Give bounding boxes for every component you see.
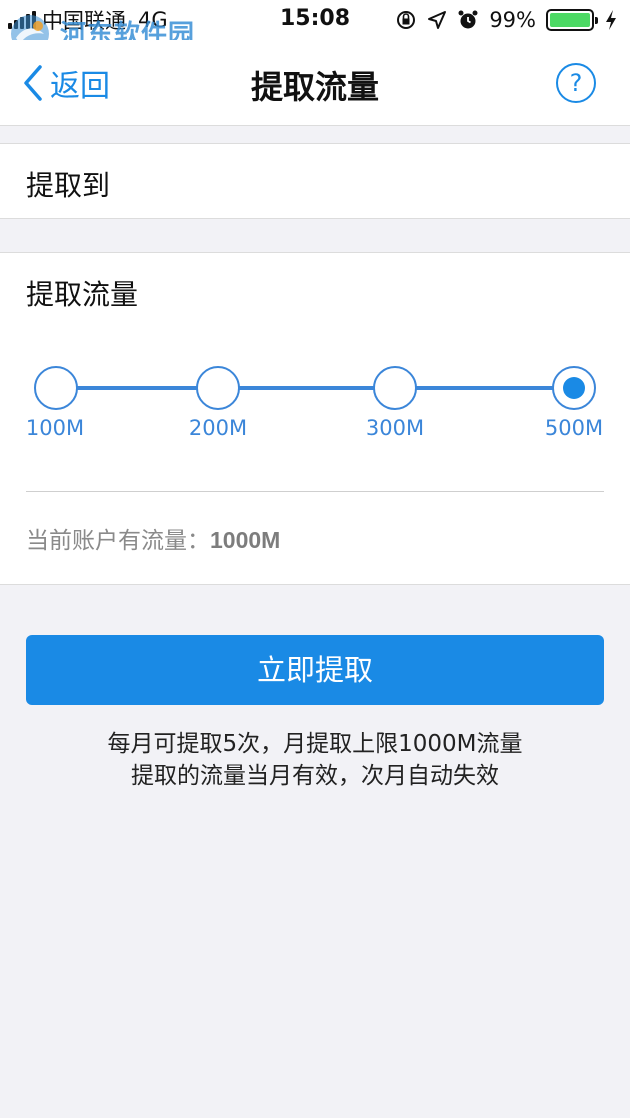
section-divider bbox=[26, 491, 604, 492]
flow-amount-section: 提取流量 100M 200M 300M 500M 当前账户有流量： 1000M bbox=[0, 252, 630, 585]
navigation-bar: 返回 提取流量 ? bbox=[0, 40, 630, 126]
selected-dot-icon bbox=[563, 377, 585, 399]
note-line: 提取的流量当月有效，次月自动失效 bbox=[131, 763, 499, 789]
amount-label-500m: 500M bbox=[544, 416, 604, 440]
alarm-icon bbox=[458, 10, 478, 29]
note-line: 每月可提取5次，月提取上限1000M流量 bbox=[107, 731, 523, 757]
orientation-lock-icon bbox=[397, 11, 416, 29]
status-indicators: 99% bbox=[395, 7, 618, 33]
extract-target-row[interactable]: 提取到 bbox=[0, 143, 630, 219]
extract-target-label: 提取到 bbox=[26, 169, 111, 202]
amount-label-300m: 300M bbox=[365, 416, 425, 440]
amount-option-200m[interactable] bbox=[196, 366, 240, 410]
extraction-notes: 每月可提取5次，月提取上限1000M流量 提取的流量当月有效，次月自动失效 bbox=[0, 728, 630, 792]
help-button[interactable]: ? bbox=[556, 63, 596, 103]
battery-percent: 99% bbox=[489, 8, 536, 32]
battery-fill bbox=[550, 13, 590, 27]
page-title: 提取流量 bbox=[250, 68, 379, 106]
amount-label-100m: 100M bbox=[25, 416, 85, 440]
balance-label: 当前账户有流量： bbox=[26, 528, 210, 554]
amount-slider-track bbox=[56, 386, 574, 390]
amount-label-200m: 200M bbox=[188, 416, 248, 440]
battery-icon bbox=[546, 9, 598, 31]
balance-value: 1000M bbox=[210, 527, 281, 553]
charging-bolt-icon bbox=[606, 10, 616, 30]
location-arrow-icon bbox=[428, 11, 447, 29]
account-balance: 当前账户有流量： 1000M bbox=[26, 521, 280, 555]
amount-option-300m[interactable] bbox=[373, 366, 417, 410]
extract-now-button[interactable]: 立即提取 bbox=[26, 635, 604, 705]
amount-option-100m[interactable] bbox=[34, 366, 78, 410]
question-mark-icon: ? bbox=[569, 69, 583, 97]
amount-option-500m[interactable] bbox=[552, 366, 596, 410]
status-bar: 中国联通 4G 15:08 99% bbox=[0, 0, 630, 40]
flow-amount-heading: 提取流量 bbox=[26, 278, 139, 311]
